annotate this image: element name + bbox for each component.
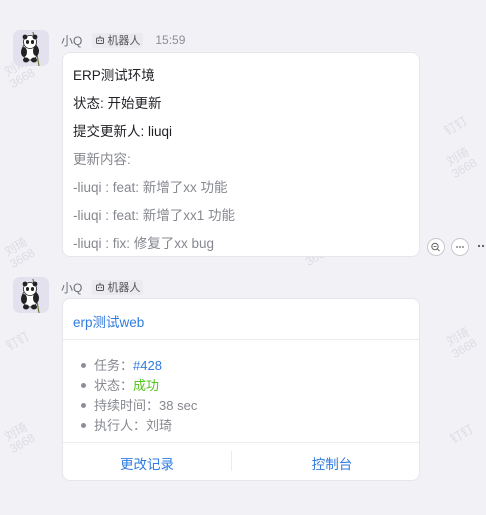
watermark: 刘琦 3668 [443, 324, 480, 362]
robot-icon [96, 282, 105, 291]
executor-value: 刘琦 [146, 418, 173, 433]
quote-reply-icon[interactable] [427, 238, 445, 256]
console-button[interactable]: 控制台 [248, 453, 416, 473]
detail-label: 状态： [94, 378, 134, 393]
watermark: 钉钉 [447, 422, 476, 447]
bot-badge-label: 机器人 [107, 282, 141, 294]
duration-value: 38 sec [159, 398, 198, 413]
bullet [81, 363, 86, 369]
status-value: 成功 [133, 378, 160, 393]
status-line: 状态: 开始更新 [73, 96, 162, 111]
detail-task: 任务：#428 [81, 355, 162, 374]
detail-status: 状态：成功 [81, 375, 159, 394]
watermark: 刘琦 3668 [1, 419, 38, 457]
content-heading: 更新内容: [73, 152, 131, 167]
bot-badge-label: 机器人 [107, 35, 141, 47]
watermark: 刘琦 3668 [443, 144, 480, 182]
chat-window: 刘琦3668 钉钉 刘琦3668 刘琦3668 3668 刘琦3668 钉钉 刘… [0, 0, 486, 515]
bot-badge: 机器人 [92, 32, 144, 48]
card-divider [63, 339, 419, 340]
watermark: 钉钉 [441, 114, 470, 139]
comment-icon[interactable] [451, 238, 469, 256]
message-card[interactable]: ERP测试环境 状态: 开始更新 提交更新人: liuqi 更新内容: -liu… [62, 52, 420, 257]
build-result-card: erp测试web 任务：#428 状态：成功 持续时间：38 sec 执行人：刘… [62, 298, 420, 481]
message-meta: 小Q 机器人 15:59 [61, 32, 185, 48]
change-item: -liuqi : feat: 新增了xx 功能 [73, 180, 228, 195]
card-divider [63, 442, 419, 443]
panda-avatar-icon [13, 277, 49, 313]
avatar[interactable] [13, 30, 49, 66]
change-log-button[interactable]: 更改记录 [63, 453, 231, 473]
task-link[interactable]: #428 [133, 358, 162, 373]
message-title: ERP测试环境 [73, 68, 155, 83]
bullet [81, 383, 86, 389]
message-actions [427, 238, 486, 256]
detail-executor: 执行人：刘琦 [81, 415, 172, 434]
change-item: -liuqi : feat: 新增了xx1 功能 [73, 208, 236, 223]
detail-label: 任务： [94, 358, 134, 373]
watermark: 刘琦 3668 [1, 234, 38, 272]
message-meta: 小Q 机器人 [61, 279, 155, 295]
more-icon[interactable] [475, 238, 486, 256]
avatar[interactable] [13, 277, 49, 313]
detail-label: 执行人： [94, 418, 147, 433]
bullet [81, 423, 86, 429]
change-item: -liuqi : fix: 修复了xx bug [73, 236, 215, 251]
detail-duration: 持续时间：38 sec [81, 395, 197, 414]
watermark: 钉钉 [3, 329, 32, 354]
panda-avatar-icon [13, 30, 49, 66]
sender-name[interactable]: 小Q [61, 32, 82, 49]
button-separator [231, 451, 232, 471]
bullet [81, 403, 86, 409]
robot-icon [96, 35, 105, 44]
detail-label: 持续时间： [94, 398, 160, 413]
bot-badge: 机器人 [92, 279, 144, 295]
timestamp: 15:59 [155, 33, 186, 47]
submitter-line: 提交更新人: liuqi [73, 124, 173, 139]
card-title-link[interactable]: erp测试web [73, 311, 144, 331]
sender-name[interactable]: 小Q [61, 279, 82, 296]
